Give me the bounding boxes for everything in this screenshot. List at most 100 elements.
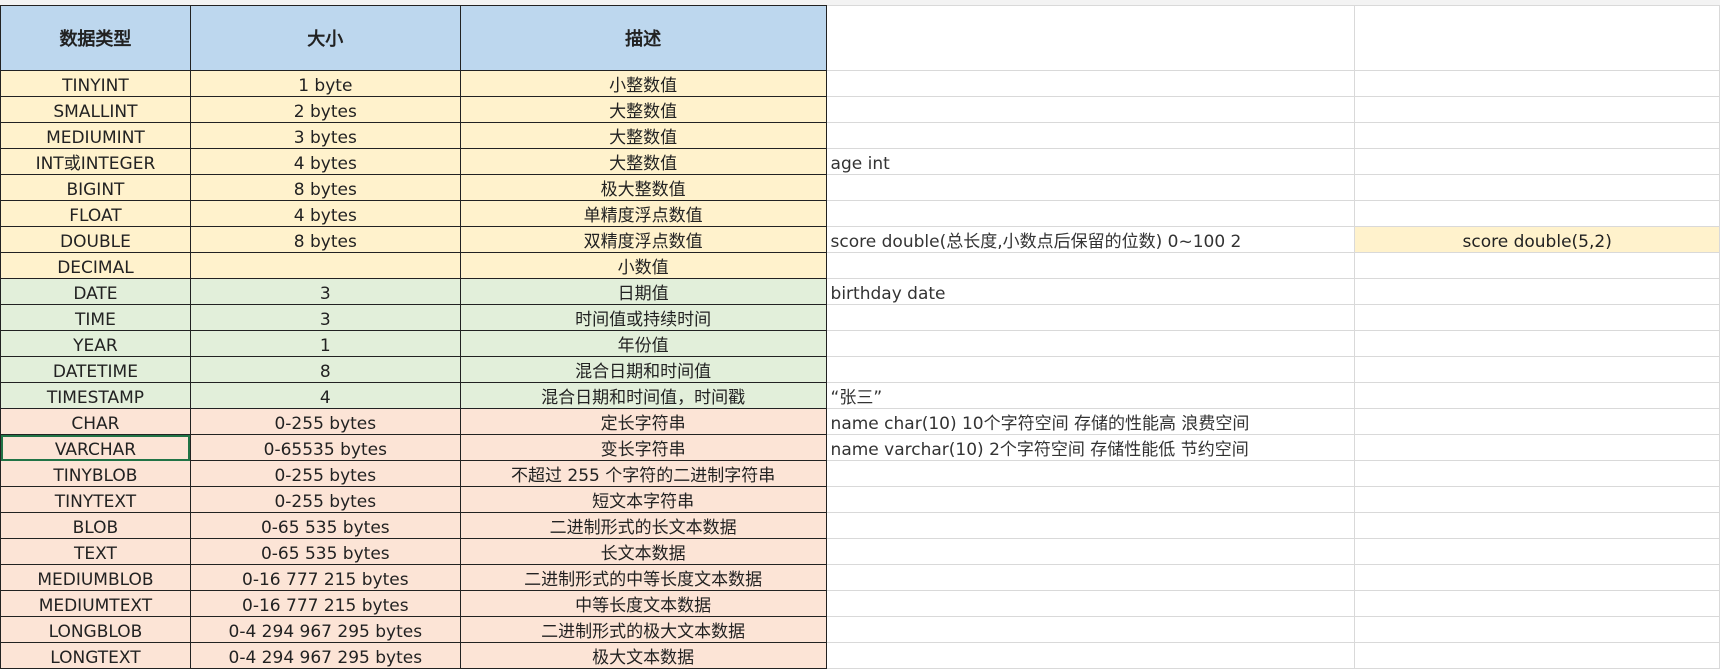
size-cell[interactable]: 8 [189,356,461,383]
type-cell[interactable]: CHAR [0,408,191,435]
empty-cell[interactable] [1354,148,1720,175]
empty-cell[interactable] [1354,460,1720,487]
desc-cell[interactable]: 时间值或持续时间 [459,304,827,331]
note-cell[interactable] [825,356,1356,383]
desc-cell[interactable]: 长文本数据 [459,538,827,565]
note-cell[interactable] [825,564,1356,591]
note-cell[interactable] [825,512,1356,539]
note-cell[interactable] [825,590,1356,617]
type-cell[interactable]: TIMESTAMP [0,382,191,409]
type-cell[interactable]: MEDIUMBLOB [0,564,191,591]
empty-cell[interactable] [1354,330,1720,357]
type-cell[interactable]: TIME [0,304,191,331]
size-cell[interactable]: 3 [189,304,461,331]
type-cell[interactable]: VARCHAR [0,434,191,461]
empty-cell[interactable] [1354,122,1720,149]
note-cell[interactable] [825,460,1356,487]
type-cell[interactable]: TEXT [0,538,191,565]
desc-cell[interactable]: 极大文本数据 [459,642,827,669]
size-cell[interactable]: 4 [189,382,461,409]
note-cell[interactable] [825,70,1356,97]
desc-cell[interactable]: 混合日期和时间值 [459,356,827,383]
note-cell[interactable] [825,538,1356,565]
size-cell[interactable] [189,252,461,279]
note-cell[interactable] [825,174,1356,201]
note-cell[interactable]: name char(10) 10个字符空间 存储的性能高 浪费空间 [825,408,1356,435]
size-cell[interactable]: 1 byte [189,70,461,97]
type-cell[interactable]: LONGTEXT [0,642,191,669]
desc-cell[interactable]: 极大整数值 [459,174,827,201]
type-cell[interactable]: DECIMAL [0,252,191,279]
empty-cell[interactable] [1354,434,1720,461]
type-cell[interactable]: BLOB [0,512,191,539]
note-cell[interactable] [825,96,1356,123]
size-cell[interactable]: 0-4 294 967 295 bytes [189,616,461,643]
empty-cell[interactable] [1354,356,1720,383]
desc-cell[interactable]: 大整数值 [459,96,827,123]
desc-cell[interactable]: 双精度浮点数值 [459,226,827,253]
empty-cell[interactable] [1354,486,1720,513]
empty-cell[interactable] [1354,278,1720,305]
size-cell[interactable]: 0-255 bytes [189,408,461,435]
size-cell[interactable]: 0-16 777 215 bytes [189,590,461,617]
desc-cell[interactable]: 大整数值 [459,122,827,149]
note-cell[interactable]: name varchar(10) 2个字符空间 存储性能低 节约空间 [825,434,1356,461]
header-cell-type[interactable]: 数据类型 [0,5,191,71]
empty-cell[interactable] [1354,642,1720,669]
note-cell[interactable] [825,252,1356,279]
empty-cell[interactable] [1354,382,1720,409]
size-cell[interactable]: 0-16 777 215 bytes [189,564,461,591]
type-cell[interactable]: INT或INTEGER [0,148,191,175]
desc-cell[interactable]: 二进制形式的极大文本数据 [459,616,827,643]
type-cell[interactable]: SMALLINT [0,96,191,123]
desc-cell[interactable]: 单精度浮点数值 [459,200,827,227]
type-cell[interactable]: DOUBLE [0,226,191,253]
empty-cell[interactable] [1354,408,1720,435]
header-cell-desc[interactable]: 描述 [459,5,827,71]
header-cell-size[interactable]: 大小 [189,5,461,71]
desc-cell[interactable]: 二进制形式的长文本数据 [459,512,827,539]
type-cell[interactable]: DATETIME [0,356,191,383]
note-cell[interactable] [825,616,1356,643]
desc-cell[interactable]: 定长字符串 [459,408,827,435]
empty-cell[interactable] [1354,538,1720,565]
note-cell[interactable]: birthday date [825,278,1356,305]
empty-cell[interactable] [1354,96,1720,123]
note-cell[interactable] [825,200,1356,227]
empty-cell[interactable] [1354,200,1720,227]
type-cell[interactable]: TINYINT [0,70,191,97]
type-cell[interactable]: MEDIUMINT [0,122,191,149]
highlight-cell[interactable]: score double(5,2) [1354,226,1720,253]
size-cell[interactable]: 8 bytes [189,226,461,253]
desc-cell[interactable]: 变长字符串 [459,434,827,461]
desc-cell[interactable]: 混合日期和时间值，时间戳 [459,382,827,409]
note-cell[interactable] [825,642,1356,669]
desc-cell[interactable]: 年份值 [459,330,827,357]
empty-cell[interactable] [1354,174,1720,201]
desc-cell[interactable]: 小数值 [459,252,827,279]
size-cell[interactable]: 8 bytes [189,174,461,201]
empty-cell[interactable] [1354,590,1720,617]
size-cell[interactable]: 0-4 294 967 295 bytes [189,642,461,669]
size-cell[interactable]: 3 bytes [189,122,461,149]
desc-cell[interactable]: 中等长度文本数据 [459,590,827,617]
note-cell[interactable] [825,330,1356,357]
type-cell[interactable]: DATE [0,278,191,305]
desc-cell[interactable]: 小整数值 [459,70,827,97]
empty-cell[interactable] [1354,616,1720,643]
note-cell[interactable] [825,304,1356,331]
note-cell[interactable]: “张三” [825,382,1356,409]
type-cell[interactable]: FLOAT [0,200,191,227]
size-cell[interactable]: 0-65 535 bytes [189,538,461,565]
type-cell[interactable]: BIGINT [0,174,191,201]
size-cell[interactable]: 0-255 bytes [189,486,461,513]
empty-cell[interactable] [1354,252,1720,279]
size-cell[interactable]: 0-65535 bytes [189,434,461,461]
desc-cell[interactable]: 不超过 255 个字符的二进制字符串 [459,460,827,487]
size-cell[interactable]: 2 bytes [189,96,461,123]
desc-cell[interactable]: 短文本字符串 [459,486,827,513]
size-cell[interactable]: 0-255 bytes [189,460,461,487]
size-cell[interactable]: 0-65 535 bytes [189,512,461,539]
note-cell[interactable]: age int [825,148,1356,175]
empty-cell[interactable] [825,5,1356,71]
